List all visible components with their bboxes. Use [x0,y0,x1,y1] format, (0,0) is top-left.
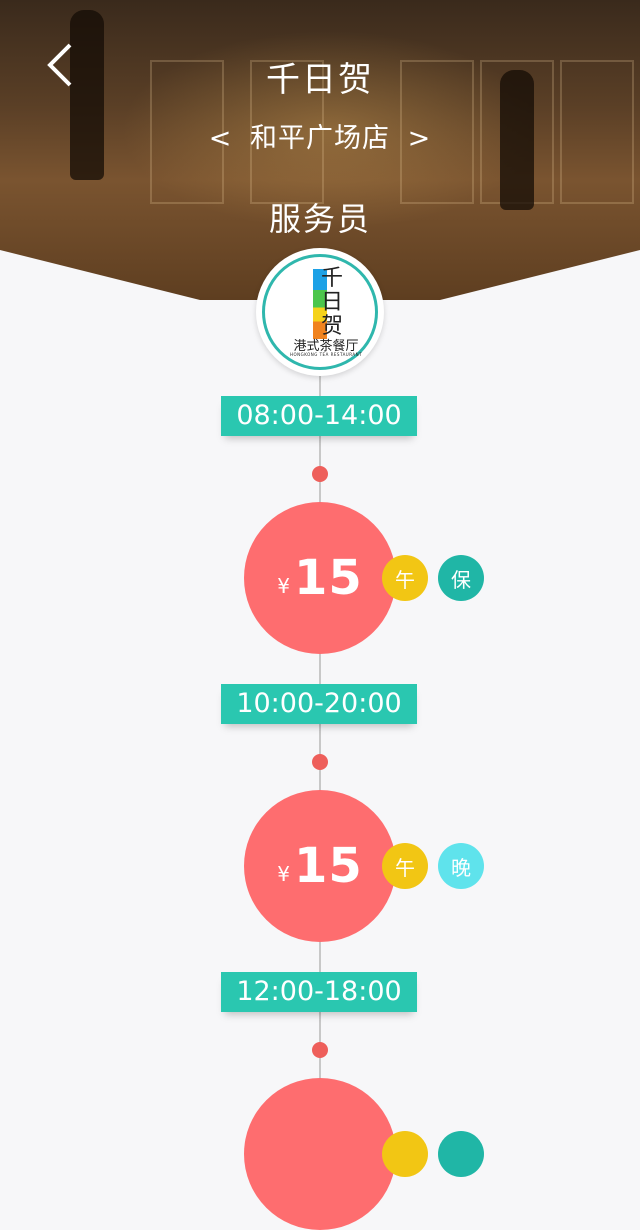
meal-badge [438,1131,484,1177]
logo-char-1: 千 [321,266,344,291]
timeline-dot [312,754,328,770]
store-selector[interactable]: < 和平广场店 > [0,116,640,155]
meal-badge [382,1131,428,1177]
price-value: 15 [293,550,363,606]
page-title: 千日贺 [266,60,374,100]
restaurant-logo: 千 日 贺 港式茶餐厅 HONGKONG TEA RESTAURANT [256,248,384,376]
shift-time-tag: 10:00-20:00 [221,684,417,724]
logo-english: HONGKONG TEA RESTAURANT [289,352,363,357]
shift-time-tag: 12:00-18:00 [221,972,417,1012]
currency-symbol: ¥ [277,862,290,886]
store-name: 和平广场店 [250,123,390,154]
shift-price-button[interactable]: ¥ 15 [244,502,396,654]
meal-badge-lunch: 午 [382,843,428,889]
timeline-dot [312,466,328,482]
store-next-icon[interactable]: > [408,123,432,154]
price-value: 15 [293,838,363,894]
logo-char-2: 日 [321,290,344,315]
meal-badge-lunch: 午 [382,555,428,601]
timeline-dot [312,1042,328,1058]
job-role-title: 服务员 [268,200,371,238]
currency-symbol: ¥ [277,574,290,598]
shift-price-button[interactable] [244,1078,396,1230]
shift-time-tag: 08:00-14:00 [221,396,417,436]
meal-badge-dinner: 晚 [438,843,484,889]
store-prev-icon[interactable]: < [209,123,233,154]
insurance-badge: 保 [438,555,484,601]
shift-price-button[interactable]: ¥ 15 [244,790,396,942]
